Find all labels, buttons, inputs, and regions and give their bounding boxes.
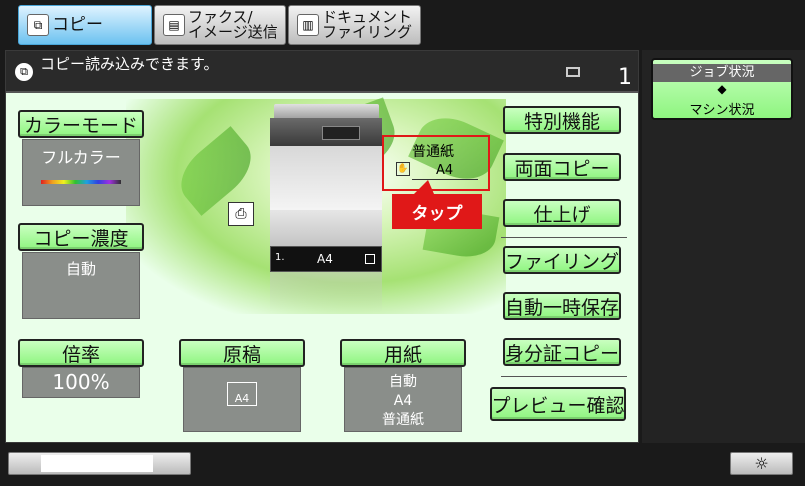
tab-fax-label-line2: イメージ送信 — [188, 23, 278, 41]
paper-type: 普通紙 — [382, 412, 424, 428]
finishing-label: 仕上げ — [533, 203, 591, 226]
brightness-icon: ☼ — [754, 454, 769, 473]
machine-status-label: マシン状況 — [689, 103, 755, 118]
paper-stack-icon — [365, 254, 375, 264]
id-card-copy-button[interactable]: 身分証コピー — [503, 338, 621, 366]
original-label: 原稿 — [222, 343, 261, 366]
bypass-paper-type: 普通紙 — [412, 144, 454, 160]
copy-density-value-box[interactable]: 自動 — [22, 252, 140, 319]
ratio-value: 100% — [52, 370, 110, 394]
paper-size: A4 — [393, 393, 413, 409]
auto-temp-save-label: 自動一時保存 — [505, 296, 620, 319]
preview-check-button[interactable]: プレビュー確認 — [490, 387, 626, 421]
ratio-button[interactable]: 倍率 — [18, 339, 144, 367]
id-card-copy-label: 身分証コピー — [505, 342, 620, 365]
auto-temp-save-button[interactable]: 自動一時保存 — [503, 292, 621, 320]
original-value-box[interactable]: A4 — [183, 367, 301, 432]
ratio-value-box[interactable]: 100% — [22, 367, 140, 398]
copy-density-label: コピー濃度 — [33, 227, 129, 250]
color-mode-button[interactable]: カラーモード — [18, 110, 144, 138]
output-tray — [270, 146, 382, 210]
tap-callout: タップ — [392, 180, 482, 229]
filing-button[interactable]: ファイリング — [503, 246, 621, 274]
machine-reflection — [270, 272, 382, 312]
color-spectrum-icon — [41, 180, 121, 184]
tab-copy-label: コピー — [52, 14, 103, 35]
tap-label: タップ — [411, 204, 463, 224]
control-panel — [322, 126, 360, 140]
copy-density-button[interactable]: コピー濃度 — [18, 223, 144, 251]
job-status-label: ジョブ状況 — [653, 64, 791, 82]
tab-document-filing[interactable]: ▥ ドキュメント ファイリング — [288, 5, 421, 45]
job-status-button[interactable]: ジョブ状況 ◆ マシン状況 — [651, 58, 793, 120]
paper-source: 自動 — [389, 374, 417, 390]
filing-icon: ▥ — [297, 14, 319, 36]
color-mode-value-box[interactable]: フルカラー — [22, 139, 140, 206]
color-mode-value: フルカラー — [41, 148, 121, 167]
cassette-slot[interactable]: 1. A4 — [270, 246, 382, 272]
right-divider-2 — [501, 376, 627, 377]
tab-copy[interactable]: ⧉ コピー — [18, 5, 152, 45]
special-functions-button[interactable]: 特別機能 — [503, 106, 621, 134]
message-bar: ⧉ コピー読み込みできます。 1 — [6, 51, 638, 93]
toggle-arrows-icon: ◆ — [717, 82, 727, 96]
preview-check-label: プレビュー確認 — [491, 394, 625, 417]
duplex-copy-button[interactable]: 両面コピー — [503, 153, 621, 181]
tab-fax-image-send[interactable]: ▤ ファクス/ イメージ送信 — [154, 5, 286, 45]
special-functions-label: 特別機能 — [523, 110, 600, 133]
paper-label: 用紙 — [383, 343, 422, 366]
copies-icon — [566, 67, 580, 77]
right-divider — [501, 237, 627, 238]
fax-icon: ▤ — [163, 14, 185, 36]
bypass-tray-icon: ✋ — [396, 162, 410, 176]
bypass-paper-size: A4 — [436, 163, 454, 178]
cassette-size: A4 — [317, 252, 333, 266]
original-size: A4 — [234, 392, 250, 405]
paper-value-box[interactable]: 自動 A4 普通紙 — [344, 367, 462, 432]
finishing-button[interactable]: 仕上げ — [503, 199, 621, 227]
original-button[interactable]: 原稿 — [179, 339, 305, 367]
copy-status-icon: ⧉ — [15, 63, 33, 81]
status-message: コピー読み込みできます。 — [40, 55, 219, 73]
original-feed-icon: ⎙ — [228, 202, 254, 226]
tab-filing-label-line2: ファイリング — [322, 23, 413, 41]
copy-icon: ⧉ — [27, 14, 49, 36]
bottom-info-field — [41, 455, 153, 472]
bypass-tray-highlight[interactable]: 普通紙 ✋ A4 — [382, 135, 490, 191]
copy-count: 1 — [618, 65, 632, 90]
machine-base — [270, 210, 382, 246]
bottom-info-bar[interactable] — [8, 452, 191, 475]
cassette-number: 1. — [275, 252, 285, 263]
original-page-icon: A4 — [227, 382, 257, 406]
brightness-button[interactable]: ☼ — [730, 452, 793, 475]
duplex-copy-label: 両面コピー — [514, 157, 610, 180]
color-mode-label: カラーモード — [23, 114, 138, 137]
paper-button[interactable]: 用紙 — [340, 339, 466, 367]
tab-fax-label: ファクス/ イメージ送信 — [188, 10, 278, 40]
ratio-label: 倍率 — [61, 343, 100, 366]
tab-filing-label: ドキュメント ファイリング — [322, 10, 412, 40]
copier-illustration[interactable]: 1. A4 — [262, 100, 382, 315]
filing-label: ファイリング — [505, 250, 620, 273]
copy-density-value: 自動 — [65, 260, 96, 278]
